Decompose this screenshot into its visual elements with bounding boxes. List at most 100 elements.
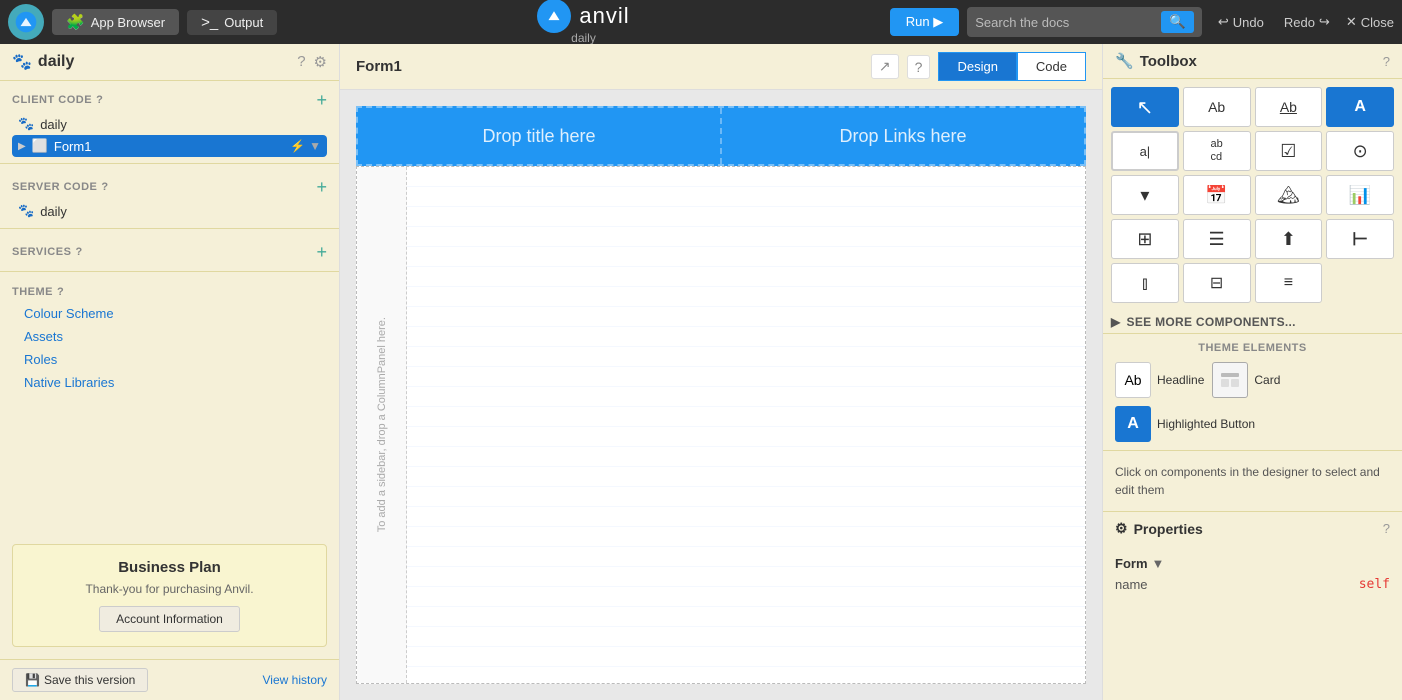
help-icon[interactable]: ? xyxy=(297,53,305,71)
headline-theme-item[interactable]: Ab Headline xyxy=(1115,362,1204,398)
close-button[interactable]: ✕ Close xyxy=(1346,14,1394,30)
drop-links-zone[interactable]: Drop Links here xyxy=(722,108,1084,164)
search-bar: 🔍 xyxy=(967,7,1202,37)
redo-button[interactable]: Redo ↪ xyxy=(1276,10,1338,34)
card-theme-item[interactable]: Card xyxy=(1212,362,1280,398)
form-content-area[interactable] xyxy=(407,167,1085,683)
left-panel-title: 🐾 daily xyxy=(12,52,297,72)
link-tool[interactable]: Ab xyxy=(1255,87,1323,127)
daily-module-label: daily xyxy=(40,117,321,132)
server-code-help-icon[interactable]: ? xyxy=(101,181,108,193)
lightning-icon[interactable]: ⚡ xyxy=(290,139,305,153)
form-help-icon[interactable]: ? xyxy=(907,55,931,79)
colour-scheme-link[interactable]: Colour Scheme xyxy=(12,302,327,325)
run-button[interactable]: Run ▶ xyxy=(890,8,959,36)
card-icon xyxy=(1212,362,1248,398)
properties-name-row: name self xyxy=(1115,574,1390,595)
services-header: SERVICES ? + xyxy=(12,239,327,265)
output-tab[interactable]: >_ Output xyxy=(187,10,277,35)
see-more-components[interactable]: ▶ SEE MORE COMPONENTS... xyxy=(1103,311,1402,333)
roles-link[interactable]: Roles xyxy=(12,348,327,371)
search-input[interactable] xyxy=(975,15,1155,30)
view-history-link[interactable]: View history xyxy=(263,673,327,687)
properties-help-icon[interactable]: ? xyxy=(1383,521,1390,536)
right-panel: 🔧 Toolbox ? ↖ Ab Ab A a| abc xyxy=(1102,44,1402,700)
highlighted-button-theme-item[interactable]: A Highlighted Button xyxy=(1115,406,1255,442)
properties-title-label: Properties xyxy=(1134,521,1203,537)
form-title: Form1 xyxy=(356,58,402,75)
anvil-logo[interactable] xyxy=(8,4,44,40)
list-tool[interactable]: ≡ xyxy=(1255,263,1323,303)
form-header: Form1 ↗ ? Design Code xyxy=(340,44,1102,90)
sidebar-hint-text: To add a sidebar, drop a ColumnPanel her… xyxy=(376,317,388,532)
radio-tool[interactable]: ⊙ xyxy=(1326,131,1394,171)
server-code-add-button[interactable]: + xyxy=(316,178,327,196)
title-bar-drop-zone[interactable]: Drop title here Drop Links here xyxy=(356,106,1086,166)
multiline-tool[interactable]: abcd xyxy=(1183,131,1251,171)
form1-menu-icon[interactable]: ▼ xyxy=(309,139,321,153)
properties-name-label: name xyxy=(1115,577,1148,592)
server-code-title: SERVER CODE ? xyxy=(12,181,109,193)
image-tool[interactable]: 🏔 xyxy=(1255,175,1323,215)
app-browser-icon: 🧩 xyxy=(66,13,85,31)
daily-module-item[interactable]: 🐾 daily xyxy=(12,113,327,135)
cursor-tool[interactable]: ↖ xyxy=(1111,87,1179,127)
properties-header[interactable]: ⚙ Properties ? xyxy=(1103,512,1402,545)
theme-elements-section: THEME ELEMENTS Ab Headline Card xyxy=(1103,334,1402,450)
textbox-tool[interactable]: a| xyxy=(1111,131,1179,171)
close-label: Close xyxy=(1361,15,1394,30)
native-libraries-link[interactable]: Native Libraries xyxy=(12,371,327,394)
account-information-button[interactable]: Account Information xyxy=(99,606,240,632)
cursor-icon: ↖ xyxy=(1136,95,1153,120)
button-tool[interactable]: A xyxy=(1326,87,1394,127)
services-section: SERVICES ? + xyxy=(0,233,339,267)
client-code-help-icon[interactable]: ? xyxy=(96,94,103,106)
properties-dropdown-arrow[interactable]: ▼ xyxy=(1152,556,1165,571)
client-code-add-button[interactable]: + xyxy=(316,91,327,109)
info-text: Click on components in the designer to s… xyxy=(1103,451,1402,511)
redo-label: Redo xyxy=(1284,15,1315,30)
search-button[interactable]: 🔍 xyxy=(1161,11,1194,33)
expand-icon[interactable]: ↗ xyxy=(871,54,899,79)
properties-title: ⚙ Properties xyxy=(1115,520,1203,537)
form-body[interactable]: To add a sidebar, drop a ColumnPanel her… xyxy=(356,166,1086,684)
code-tab[interactable]: Code xyxy=(1017,52,1086,81)
see-more-arrow: ▶ xyxy=(1111,315,1121,329)
app-browser-tab[interactable]: 🧩 App Browser xyxy=(52,9,179,35)
chart-tool[interactable]: 📊 xyxy=(1326,175,1394,215)
services-help-icon[interactable]: ? xyxy=(75,246,82,258)
undo-button[interactable]: ↩ Undo xyxy=(1210,10,1272,34)
sidebar-drop-zone[interactable]: To add a sidebar, drop a ColumnPanel her… xyxy=(357,167,407,683)
toolbox-grid: ↖ Ab Ab A a| abcd ☑ ⊙ xyxy=(1103,79,1402,311)
theme-help-icon[interactable]: ? xyxy=(57,286,64,298)
drop-title-zone[interactable]: Drop title here xyxy=(358,108,722,164)
repeating-panel-tool[interactable]: ☰ xyxy=(1183,219,1251,259)
toolbox-help-icon[interactable]: ? xyxy=(1383,54,1390,69)
label-tool[interactable]: Ab xyxy=(1183,87,1251,127)
flow-panel-tool[interactable]: ⊟ xyxy=(1183,263,1251,303)
dropdown-tool[interactable]: ▾ xyxy=(1111,175,1179,215)
file-loader-tool[interactable]: ⬆ xyxy=(1255,219,1323,259)
checkbox-tool[interactable]: ☑ xyxy=(1255,131,1323,171)
assets-link[interactable]: Assets xyxy=(12,325,327,348)
design-tab[interactable]: Design xyxy=(938,52,1016,81)
datagrid-tool[interactable]: ⊞ xyxy=(1111,219,1179,259)
app-name: daily xyxy=(571,31,596,45)
business-plan-box: Business Plan Thank-you for purchasing A… xyxy=(12,544,327,647)
save-version-button[interactable]: 💾 Save this version xyxy=(12,668,148,692)
server-daily-module[interactable]: 🐾 daily xyxy=(12,200,327,222)
properties-name-value: self xyxy=(1359,577,1390,592)
datepicker-icon: 📅 xyxy=(1205,185,1227,206)
services-add-button[interactable]: + xyxy=(316,243,327,261)
client-code-header: CLIENT CODE ? + xyxy=(12,87,327,113)
datepicker-tool[interactable]: 📅 xyxy=(1183,175,1251,215)
design-code-tabs: Design Code xyxy=(938,52,1086,81)
settings-icon[interactable]: ⚙ xyxy=(314,53,327,71)
expand-arrow[interactable]: ▶ xyxy=(18,141,26,152)
column-panel-icon: ⫾ xyxy=(1142,273,1148,294)
form1-item[interactable]: ▶ ⬜ Form1 ⚡ ▼ xyxy=(12,135,327,157)
module-icon: 🐾 xyxy=(18,116,34,132)
client-code-title: CLIENT CODE ? xyxy=(12,94,103,106)
column-panel-tool[interactable]: ⫾ xyxy=(1111,263,1179,303)
label-aligned-tool[interactable]: ⊢ xyxy=(1326,219,1394,259)
